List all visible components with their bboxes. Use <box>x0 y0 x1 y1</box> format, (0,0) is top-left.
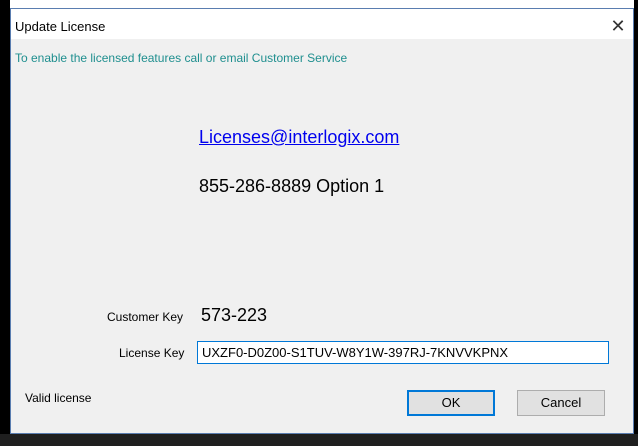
phone-number: 855-286-8889 Option 1 <box>199 176 385 196</box>
cancel-button[interactable]: Cancel <box>517 390 605 416</box>
background-edge-left <box>0 0 10 446</box>
title-bar: Update License ✕ <box>11 9 633 39</box>
email-link[interactable]: Licenses@interlogix.com <box>199 127 399 148</box>
customer-key-label: Customer Key <box>107 310 184 324</box>
close-icon: ✕ <box>610 16 626 36</box>
license-status: Valid license <box>25 391 92 405</box>
info-text: To enable the licensed features call or … <box>15 51 348 65</box>
dialog-title: Update License <box>15 19 106 34</box>
license-key-label: License Key <box>119 346 185 360</box>
update-license-dialog: Update License ✕ To enable the licensed … <box>10 8 634 434</box>
customer-key-value: 573-223 <box>201 305 268 325</box>
ok-button[interactable]: OK <box>407 390 495 416</box>
license-key-input[interactable] <box>197 341 609 364</box>
close-button[interactable]: ✕ <box>607 15 629 37</box>
screen: Update License ✕ To enable the licensed … <box>0 0 638 446</box>
background-edge-right <box>634 0 638 446</box>
background-edge-bottom <box>0 434 638 446</box>
